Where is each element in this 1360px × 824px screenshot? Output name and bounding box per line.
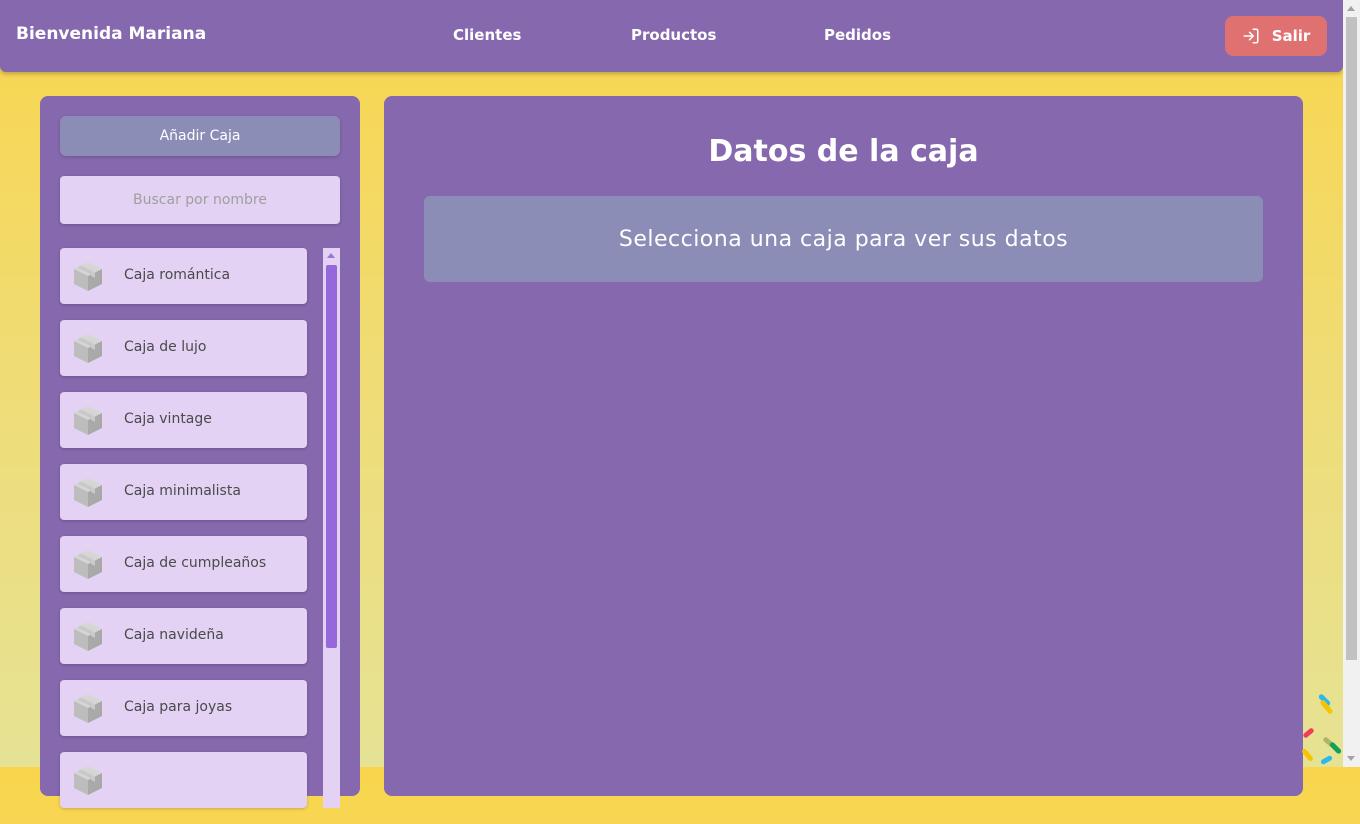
box-label: Caja minimalista [124,483,241,499]
box-list: Caja romántica Caja de lujo Caja vintage… [60,248,307,824]
add-box-button[interactable]: Añadir Caja [60,116,340,156]
box-label: Caja de cumpleaños [124,555,267,571]
nav-link-productos[interactable]: Productos [631,26,716,44]
box-list-item[interactable]: Caja vintage [60,392,307,448]
box-label: Caja vintage [124,411,212,427]
page-scrollbar-thumb[interactable] [1346,17,1357,660]
box-label: Caja navideña [124,627,224,643]
box-icon [72,548,104,580]
sprinkles-decoration [1302,694,1342,765]
top-navbar: Bienvenida Mariana Clientes Productos Pe… [0,0,1343,72]
boxes-sidebar: Añadir Caja Caja romántica Caja de lujo … [40,96,360,808]
scroll-up-arrow-icon[interactable] [1347,6,1355,11]
box-list-scrollbar[interactable] [323,248,340,808]
box-list-item[interactable]: Caja de cumpleaños [60,536,307,592]
scroll-down-arrow-icon[interactable] [1347,756,1355,761]
sign-in-icon [1242,27,1260,45]
exit-button[interactable]: Salir [1225,16,1327,56]
box-label: Caja de lujo [124,339,207,355]
exit-button-label: Salir [1271,27,1311,45]
box-label: Caja romántica [124,267,231,283]
page-title: Datos de la caja [708,134,979,169]
box-icon [72,620,104,652]
search-input[interactable] [60,176,340,224]
box-list-item[interactable]: Caja navideña [60,608,307,664]
box-icon [72,692,104,724]
empty-state-message: Selecciona una caja para ver sus datos [618,226,1069,252]
nav-link-pedidos[interactable]: Pedidos [824,26,891,44]
scrollbar-thumb[interactable] [326,265,337,648]
box-list-item[interactable]: Caja para joyas [60,680,307,736]
nav-link-clientes[interactable]: Clientes [453,26,521,44]
scroll-up-arrow-icon[interactable] [327,253,335,258]
box-icon [72,764,104,796]
box-list-item[interactable]: Caja minimalista [60,464,307,520]
box-icon [72,332,104,364]
box-list-item[interactable]: Caja de lujo [60,320,307,376]
box-label: Caja para joyas [124,699,233,715]
welcome-message: Bienvenida Mariana [16,24,207,44]
box-list-item[interactable] [60,752,307,808]
box-icon [72,404,104,436]
empty-state-box: Selecciona una caja para ver sus datos [424,196,1263,282]
box-list-item[interactable]: Caja romántica [60,248,307,304]
box-icon [72,476,104,508]
box-icon [72,260,104,292]
page-scrollbar[interactable] [1343,0,1360,767]
box-details-panel: Datos de la caja Selecciona una caja par… [384,96,1303,796]
